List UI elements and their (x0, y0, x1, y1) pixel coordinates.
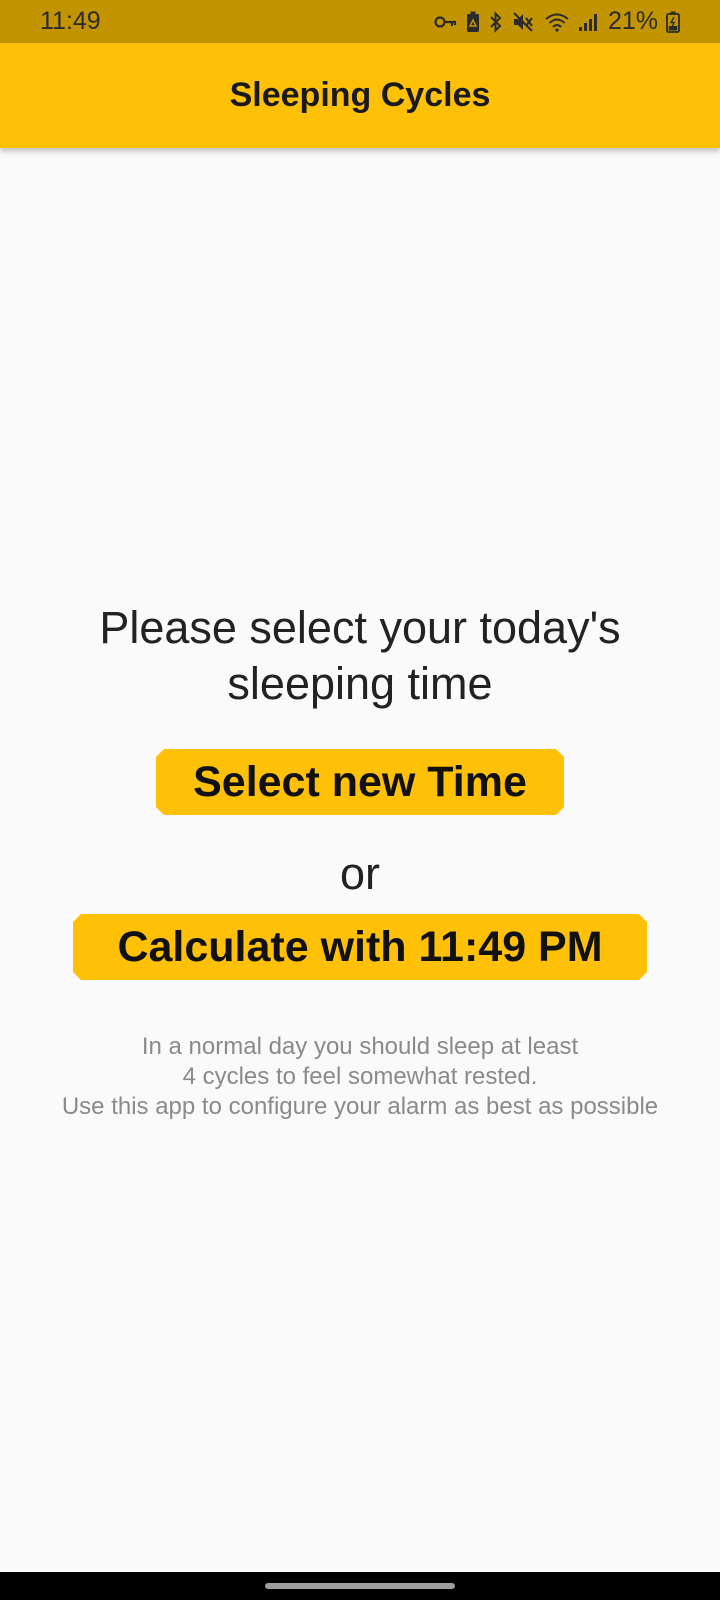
key-icon (434, 14, 458, 30)
info-line: Use this app to configure your alarm as … (61, 1093, 659, 1120)
navigation-bar (0, 1572, 720, 1600)
signal-icon (578, 12, 598, 32)
main-content: Please select your today's sleeping time… (0, 148, 720, 1572)
page-title: Sleeping Cycles (229, 76, 491, 114)
sleep-time-prompt: Please select your today's sleeping time (99, 602, 621, 709)
home-gesture-handle[interactable] (265, 1583, 455, 1589)
info-line: 4 cycles to feel somewhat rested. (182, 1063, 538, 1090)
status-bar: 11:49 21% (0, 0, 720, 43)
wifi-icon (544, 12, 570, 32)
recycle-battery-icon (466, 11, 480, 33)
calculate-with-current-time-button[interactable]: Calculate with 11:49 PM (73, 914, 647, 980)
info-line: In a normal day you should sleep at leas… (141, 1033, 579, 1060)
app-bar: Sleeping Cycles (0, 43, 720, 148)
select-new-time-button[interactable]: Select new Time (156, 749, 564, 815)
status-time: 11:49 (40, 7, 101, 35)
info-text: In a normal day you should sleep at leas… (20, 1032, 700, 1122)
or-label: or (339, 848, 380, 899)
battery-icon (666, 11, 680, 33)
battery-percent: 21% (607, 7, 658, 35)
mute-icon (512, 11, 536, 33)
bluetooth-icon (488, 10, 504, 33)
status-icons: 21% (434, 7, 680, 36)
